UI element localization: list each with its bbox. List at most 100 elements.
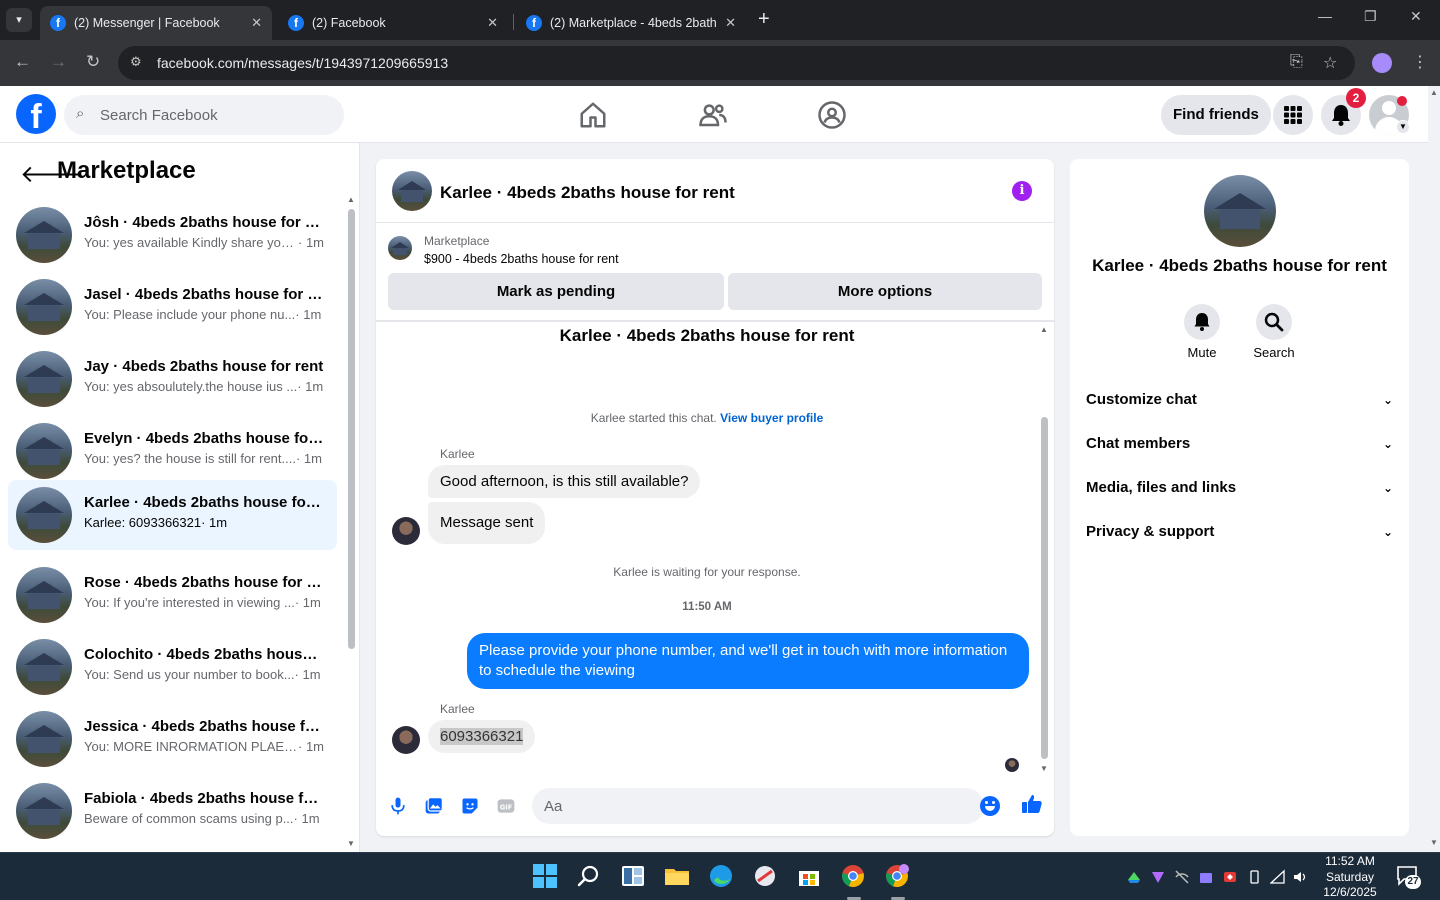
chat-members-section[interactable]: Chat members ⌄ xyxy=(1086,429,1393,459)
conversation-item[interactable]: Fabiola · 4beds 2baths house for... Bewa… xyxy=(8,776,337,846)
scroll-up-icon[interactable]: ▲ xyxy=(1040,325,1048,334)
scroll-down-icon[interactable]: ▼ xyxy=(1430,838,1438,847)
find-friends-button[interactable]: Find friends xyxy=(1161,95,1271,135)
close-tab-icon[interactable]: ✕ xyxy=(251,15,262,31)
outgoing-message[interactable]: Please provide your phone number, and we… xyxy=(467,633,1029,689)
tab-facebook[interactable]: f (2) Facebook ✕ xyxy=(278,6,508,40)
windows-start-icon[interactable] xyxy=(532,863,558,889)
conversation-item-selected[interactable]: Karlee · 4beds 2baths house for ... Karl… xyxy=(8,480,337,550)
conversation-item[interactable]: Evelyn · 4beds 2baths house for ... You:… xyxy=(8,416,337,486)
listing-title[interactable]: $900 - 4beds 2baths house for rent xyxy=(424,252,619,266)
chrome-profile-icon[interactable] xyxy=(884,863,910,889)
sticker-icon[interactable] xyxy=(460,796,480,816)
conversation-item[interactable]: Jôsh · 4beds 2baths house for re... You:… xyxy=(8,200,337,270)
drive-icon[interactable] xyxy=(1126,869,1142,885)
incoming-message[interactable]: Good afternoon, is this still available? xyxy=(428,465,701,498)
volume-icon[interactable] xyxy=(1292,869,1308,885)
chat-header: Karlee · 4beds 2baths house for rent i xyxy=(376,159,1054,223)
home-icon[interactable] xyxy=(578,100,608,130)
message-timestamp: 11:50 AM xyxy=(682,601,732,613)
edge-browser-icon[interactable] xyxy=(708,863,734,889)
mute-label: Mute xyxy=(1187,345,1217,360)
back-icon[interactable]: ← xyxy=(14,52,31,72)
folder-icon[interactable] xyxy=(1198,869,1214,885)
network-off-icon[interactable] xyxy=(1174,869,1190,885)
conversation-item[interactable]: Jessica · 4beds 2baths house for... You:… xyxy=(8,704,337,774)
chat-title[interactable]: Karlee · 4beds 2baths house for rent xyxy=(440,183,735,203)
scroll-up-icon[interactable]: ▲ xyxy=(1430,88,1438,97)
gif-icon[interactable]: GIF xyxy=(496,796,516,816)
file-explorer-icon[interactable] xyxy=(664,863,690,889)
chevron-down-icon[interactable]: ▼ xyxy=(1396,120,1410,134)
customize-chat-section[interactable]: Customize chat ⌄ xyxy=(1086,385,1393,415)
wifi-icon[interactable] xyxy=(1270,869,1286,885)
privacy-support-section[interactable]: Privacy & support ⌄ xyxy=(1086,517,1393,547)
mark-as-pending-button[interactable]: Mark as pending xyxy=(388,273,724,310)
incoming-message[interactable]: 6093366321 xyxy=(428,720,536,753)
facebook-search[interactable]: ⌕ xyxy=(64,95,344,135)
install-app-icon[interactable]: ⎘ xyxy=(1290,53,1303,71)
conversation-item[interactable]: Jay · 4beds 2baths house for rent You: y… xyxy=(8,344,337,414)
groups-icon[interactable] xyxy=(817,100,847,130)
restore-icon[interactable]: ❐ xyxy=(1364,8,1377,25)
app-tray-icon[interactable] xyxy=(1222,869,1238,885)
scroll-up-icon[interactable]: ▲ xyxy=(347,195,355,204)
more-options-button[interactable]: More options xyxy=(728,273,1042,310)
info-icon[interactable]: i xyxy=(1012,181,1032,201)
selected-phone-number[interactable]: 6093366321 xyxy=(440,728,524,745)
browser-menu-icon[interactable]: ⋮ xyxy=(1412,52,1428,72)
tab-search-dropdown[interactable]: ▾ xyxy=(6,8,32,32)
reload-icon[interactable]: ↻ xyxy=(86,52,100,72)
mute-button[interactable] xyxy=(1184,304,1220,340)
incoming-message[interactable]: Message sent xyxy=(428,502,546,544)
battery-icon[interactable] xyxy=(1246,869,1262,885)
page-scrollbar[interactable]: ▲ ▼ xyxy=(1428,86,1440,852)
app-icon[interactable] xyxy=(752,863,778,889)
new-tab-icon[interactable]: + xyxy=(758,8,770,31)
system-clock[interactable]: 11:52 AM Saturday 12/6/2025 xyxy=(1318,854,1382,900)
message-composer[interactable] xyxy=(532,788,984,824)
scroll-down-icon[interactable]: ▼ xyxy=(347,839,355,848)
view-buyer-profile-link[interactable]: View buyer profile xyxy=(720,411,823,425)
search-in-chat-button[interactable] xyxy=(1256,304,1292,340)
thumbs-up-icon[interactable] xyxy=(1020,792,1044,816)
close-tab-icon[interactable]: ✕ xyxy=(725,15,736,31)
facebook-logo-icon[interactable]: f xyxy=(16,94,56,134)
address-bar[interactable]: ⚙ facebook.com/messages/t/19439712096659… xyxy=(118,46,1355,80)
message-input[interactable] xyxy=(544,788,944,824)
store-icon[interactable] xyxy=(796,863,822,889)
scroll-down-icon[interactable]: ▼ xyxy=(1040,764,1048,773)
conversation-item[interactable]: Jasel · 4beds 2baths house for r... You:… xyxy=(8,272,337,342)
sender-avatar[interactable] xyxy=(392,517,420,545)
minimize-icon[interactable]: — xyxy=(1318,8,1332,24)
friends-icon[interactable] xyxy=(698,100,728,130)
listing-thumbnail[interactable] xyxy=(388,236,412,260)
house-thumbnail xyxy=(16,567,72,623)
chat-avatar[interactable] xyxy=(392,171,432,211)
media-files-links-section[interactable]: Media, files and links ⌄ xyxy=(1086,473,1393,503)
chat-scrollbar[interactable] xyxy=(1041,417,1048,759)
photo-icon[interactable] xyxy=(424,796,444,816)
emoji-icon[interactable] xyxy=(980,796,1000,816)
list-scrollbar[interactable] xyxy=(348,209,355,649)
close-tab-icon[interactable]: ✕ xyxy=(487,15,498,31)
bookmark-star-icon[interactable]: ☆ xyxy=(1323,53,1337,73)
vpn-icon[interactable] xyxy=(1150,869,1166,885)
sender-avatar[interactable] xyxy=(392,726,420,754)
menu-grid-button[interactable] xyxy=(1273,95,1313,135)
site-info-icon[interactable]: ⚙ xyxy=(130,54,142,70)
forward-icon[interactable]: → xyxy=(50,52,67,72)
tab-marketplace[interactable]: f (2) Marketplace - 4beds 2baths ✕ xyxy=(516,6,746,40)
search-input[interactable] xyxy=(100,95,330,135)
read-receipt-avatar xyxy=(1005,758,1019,772)
search-icon[interactable] xyxy=(576,863,602,889)
browser-profile-avatar[interactable] xyxy=(1372,53,1392,73)
microphone-icon[interactable] xyxy=(388,796,408,816)
conversation-item[interactable]: Colochito · 4beds 2baths house ... You: … xyxy=(8,632,337,702)
contact-avatar[interactable] xyxy=(1204,175,1276,247)
widgets-icon[interactable] xyxy=(620,863,646,889)
tab-messenger[interactable]: f (2) Messenger | Facebook ✕ xyxy=(40,6,272,40)
conversation-item[interactable]: Rose · 4beds 2baths house for r... You: … xyxy=(8,560,337,630)
close-window-icon[interactable]: ✕ xyxy=(1410,8,1422,25)
chrome-icon[interactable] xyxy=(840,863,866,889)
